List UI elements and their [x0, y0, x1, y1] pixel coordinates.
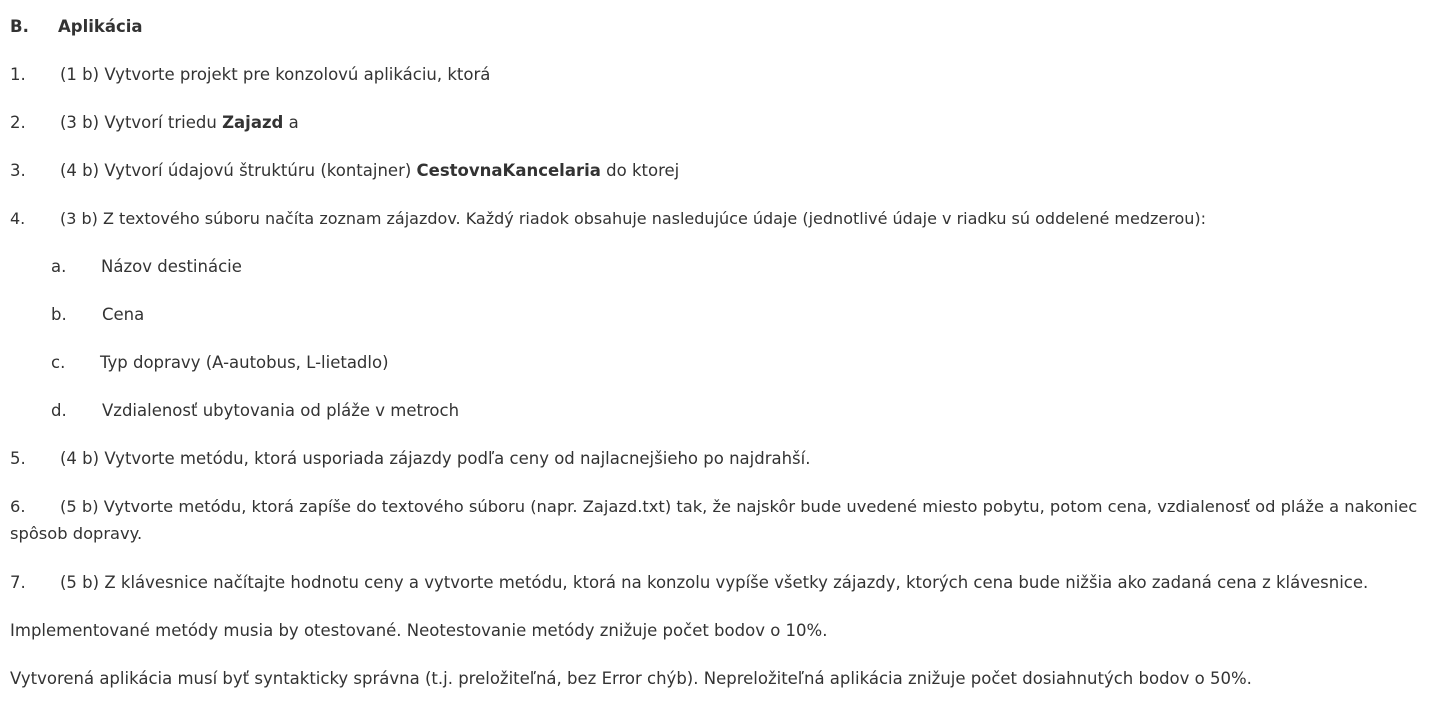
- sub-item-text: Vzdialenosť ubytovania od pláže v metroc…: [102, 401, 460, 420]
- list-item-number: 7.: [10, 573, 26, 592]
- note-testing: Implementované metódy musia by otestovan…: [10, 621, 828, 640]
- sub-item-letter: a.: [51, 257, 67, 276]
- list-item-3: 3. (4 b) Vytvorí údajovú štruktúru (konta…: [10, 157, 1436, 184]
- list-item-number: 3.: [10, 161, 26, 180]
- note-compilation: Vytvorená aplikácia musí byť syntakticky…: [10, 669, 1252, 688]
- list-item-number: 1.: [10, 65, 26, 84]
- list-item-text-tail: do ktorej: [600, 161, 680, 180]
- class-name-cestovna-kancelaria: CestovnaKancelaria: [416, 161, 601, 180]
- section-letter: B.: [10, 17, 29, 36]
- list-item-6: 6. (5 b) Vytvorte metódu, ktorá zapíše do…: [10, 493, 1436, 547]
- list-item-5: 5. (4 b) Vytvorte metódu, ktorá usporiada…: [10, 445, 1436, 472]
- sub-item-d: d. Vzdialenosť ubytovania od pláže v metr…: [51, 397, 1436, 424]
- list-item-text: (1 b) Vytvorte projekt pre konzolovú apl…: [60, 65, 491, 84]
- sub-item-letter: b.: [51, 305, 67, 324]
- list-item-text: (4 b) Vytvorte metódu, ktorá usporiada z…: [60, 449, 811, 468]
- list-item-number: 6.: [10, 497, 26, 516]
- list-item-text: (3 b) Vytvorí triedu: [60, 113, 223, 132]
- list-item-text: (4 b) Vytvorí údajovú štruktúru (kontajn…: [60, 161, 417, 180]
- sub-item-letter: c.: [51, 353, 66, 372]
- list-item-text: (5 b) Vytvorte metódu, ktorá zapíše do t…: [10, 497, 1418, 543]
- list-item-text: (5 b) Z klávesnice načítajte hodnotu cen…: [60, 573, 1369, 592]
- list-item-text: (3 b) Z textového súboru načíta zoznam z…: [60, 209, 1207, 228]
- list-item-number: 4.: [10, 209, 26, 228]
- section-heading: B. Aplikácia: [10, 13, 1436, 40]
- sub-item-a: a. Názov destinácie: [51, 253, 1436, 280]
- list-item-2: 2. (3 b) Vytvorí triedu Zajazd a: [10, 109, 1436, 136]
- document: B. Aplikácia 1. (1 b) Vytvorte projekt pre…: [0, 0, 1452, 722]
- list-item-1: 1. (1 b) Vytvorte projekt pre konzolovú a…: [10, 61, 1436, 88]
- list-item-text-tail: a: [283, 113, 299, 132]
- sub-item-text: Typ dopravy (A-autobus, L-lietadlo): [100, 353, 389, 372]
- list-item-number: 5.: [10, 449, 26, 468]
- sub-item-text: Cena: [102, 305, 145, 324]
- section-title: Aplikácia: [58, 17, 143, 36]
- class-name-zajazd: Zajazd: [222, 113, 284, 132]
- sub-item-b: b. Cena: [51, 301, 1436, 328]
- list-item-number: 2.: [10, 113, 26, 132]
- list-item-7: 7. (5 b) Z klávesnice načítajte hodnotu c…: [10, 569, 1436, 596]
- list-item-4: 4. (3 b) Z textového súboru načíta zoznam…: [10, 205, 1436, 232]
- sub-item-c: c. Typ dopravy (A-autobus, L-lietadlo): [51, 349, 1436, 376]
- sub-item-letter: d.: [51, 401, 67, 420]
- sub-item-text: Názov destinácie: [101, 257, 242, 276]
